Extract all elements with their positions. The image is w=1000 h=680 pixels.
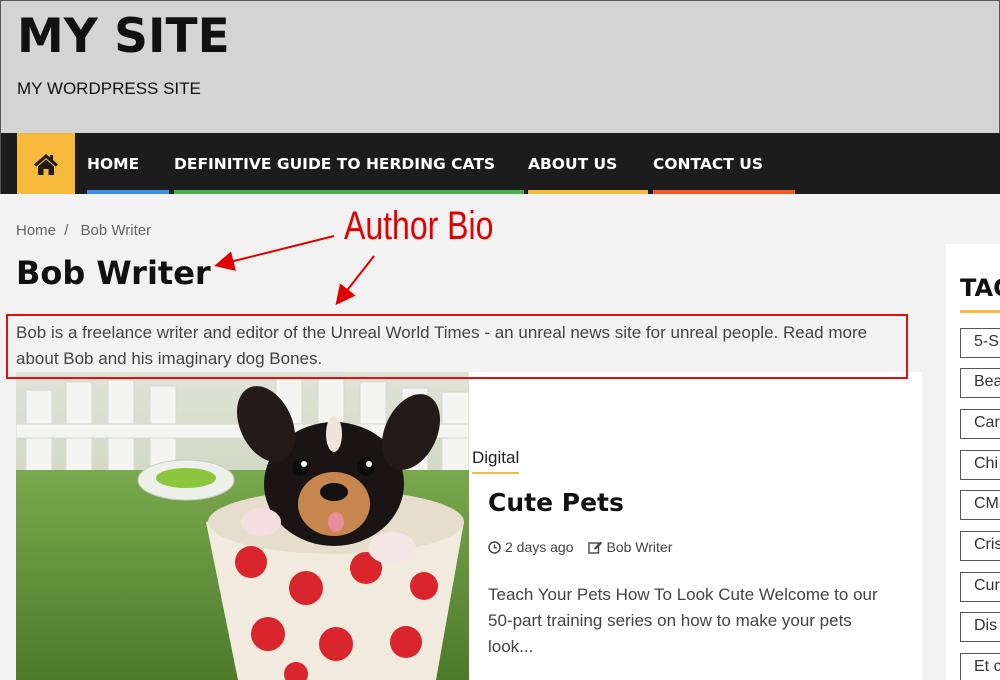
site-header: MY SITE MY WORDPRESS SITE: [0, 0, 1000, 133]
tag-link[interactable]: Et c: [960, 653, 1000, 680]
post-author[interactable]: Bob Writer: [587, 539, 673, 555]
post-date[interactable]: 2 days ago: [488, 539, 574, 555]
edit-icon: [587, 541, 602, 554]
nav-item-about-us[interactable]: ABOUT US: [528, 133, 617, 194]
sidebar: TAGS 5-S Bea Car Chi CMS Cris Cur Dis Et…: [946, 244, 1000, 680]
nav-item-home[interactable]: HOME: [87, 133, 139, 194]
post-author-text: Bob Writer: [606, 539, 673, 555]
breadcrumb: Home / Bob Writer: [16, 222, 151, 239]
breadcrumb-home-link[interactable]: Home: [16, 222, 56, 239]
post-date-text: 2 days ago: [505, 539, 574, 555]
nav-underline-about-us: [528, 190, 648, 194]
page-title: Bob Writer: [16, 254, 211, 292]
nav-item-label: HOME: [87, 154, 140, 173]
post-category-link[interactable]: Digital: [472, 448, 520, 474]
nav-item-contact-us[interactable]: CONTACT US: [653, 133, 763, 194]
nav-item-herding-cats[interactable]: DEFINITIVE GUIDE TO HERDING CATS: [174, 133, 495, 194]
sidebar-title-underline: [960, 310, 1000, 313]
author-bio-highlight-box: [6, 314, 908, 379]
tag-link[interactable]: Cris: [960, 531, 1000, 561]
tag-link[interactable]: Car: [960, 409, 1000, 439]
tag-link[interactable]: Cur: [960, 572, 1000, 602]
post-title-link[interactable]: Cute Pets: [488, 488, 624, 517]
tag-link[interactable]: 5-S: [960, 328, 1000, 358]
nav-item-label: ABOUT US: [528, 154, 618, 173]
clock-icon: [488, 540, 501, 554]
main-navigation: HOME DEFINITIVE GUIDE TO HERDING CATS AB…: [0, 133, 1000, 194]
home-icon: [34, 153, 58, 175]
breadcrumb-separator: /: [64, 222, 69, 239]
nav-item-label: DEFINITIVE GUIDE TO HERDING CATS: [174, 154, 496, 173]
site-tagline: MY WORDPRESS SITE: [17, 79, 201, 98]
puppy-in-cup-image: [16, 372, 469, 680]
annotation-label: Author Bio: [344, 204, 494, 248]
nav-underline-contact-us: [653, 190, 795, 194]
site-title[interactable]: MY SITE: [17, 9, 230, 64]
post-meta: 2 days ago Bob Writer: [488, 539, 686, 555]
nav-underline-herding-cats: [174, 190, 524, 194]
tag-link[interactable]: Bea: [960, 368, 1000, 398]
post-excerpt: Teach Your Pets How To Look Cute Welcome…: [488, 585, 878, 656]
annotation-arrow-bio: [335, 255, 375, 306]
annotation-arrow-title: [214, 235, 335, 271]
sidebar-title: TAGS: [960, 274, 1000, 302]
nav-home-button[interactable]: [17, 133, 75, 194]
nav-item-label: CONTACT US: [653, 154, 763, 173]
tag-link[interactable]: Chi: [960, 450, 1000, 480]
tag-link[interactable]: Dis: [960, 612, 1000, 642]
breadcrumb-current: Bob Writer: [80, 222, 152, 239]
nav-underline-home: [87, 190, 169, 194]
tag-link[interactable]: CMS: [960, 490, 1000, 520]
post-image[interactable]: [16, 372, 469, 680]
